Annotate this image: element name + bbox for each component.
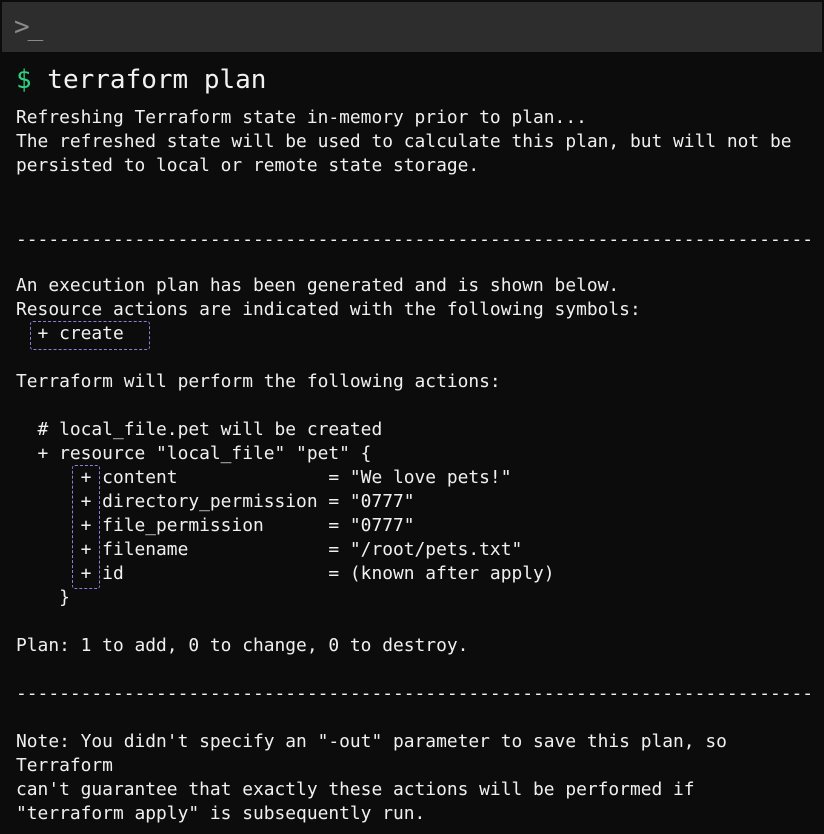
terminal-title-bar: >_ — [2, 2, 822, 52]
output-line: Resource actions are indicated with the … — [16, 299, 641, 320]
separator-line: ----------------------------------------… — [16, 683, 814, 704]
separator-line: ----------------------------------------… — [16, 229, 814, 250]
symbol-legend-create: + create — [16, 323, 124, 344]
resource-attribute: + id = (known after apply) — [16, 563, 555, 584]
output-line: Terraform will perform the following act… — [16, 371, 501, 392]
command-line: $ terraform plan — [16, 64, 266, 96]
output-line: The refreshed state will be used to calc… — [16, 131, 792, 152]
resource-attribute: + content = "We love pets!" — [16, 467, 512, 488]
output-line: Refreshing Terraform state in-memory pri… — [16, 107, 587, 128]
plan-summary: Plan: 1 to add, 0 to change, 0 to destro… — [16, 635, 469, 656]
shell-prompt-symbol: $ — [16, 65, 32, 95]
note-line: can't guarantee that exactly these actio… — [16, 779, 695, 800]
resource-header: + resource "local_file" "pet" { — [16, 443, 372, 464]
resource-attribute: + filename = "/root/pets.txt" — [16, 539, 523, 560]
note-line: "terraform apply" is subsequently run. — [16, 803, 426, 824]
resource-attribute: + directory_permission = "0777" — [16, 491, 415, 512]
note-line: Note: You didn't specify an "-out" param… — [16, 731, 727, 752]
output-line: persisted to local or remote state stora… — [16, 155, 480, 176]
output-line: An execution plan has been generated and… — [16, 275, 620, 296]
resource-closing-brace: } — [16, 587, 70, 608]
note-line: Terraform — [16, 755, 113, 776]
resource-comment: # local_file.pet will be created — [16, 419, 383, 440]
command-text: terraform plan — [31, 65, 267, 95]
terminal-prompt-icon: >_ — [14, 12, 43, 42]
resource-attribute: + file_permission = "0777" — [16, 515, 415, 536]
